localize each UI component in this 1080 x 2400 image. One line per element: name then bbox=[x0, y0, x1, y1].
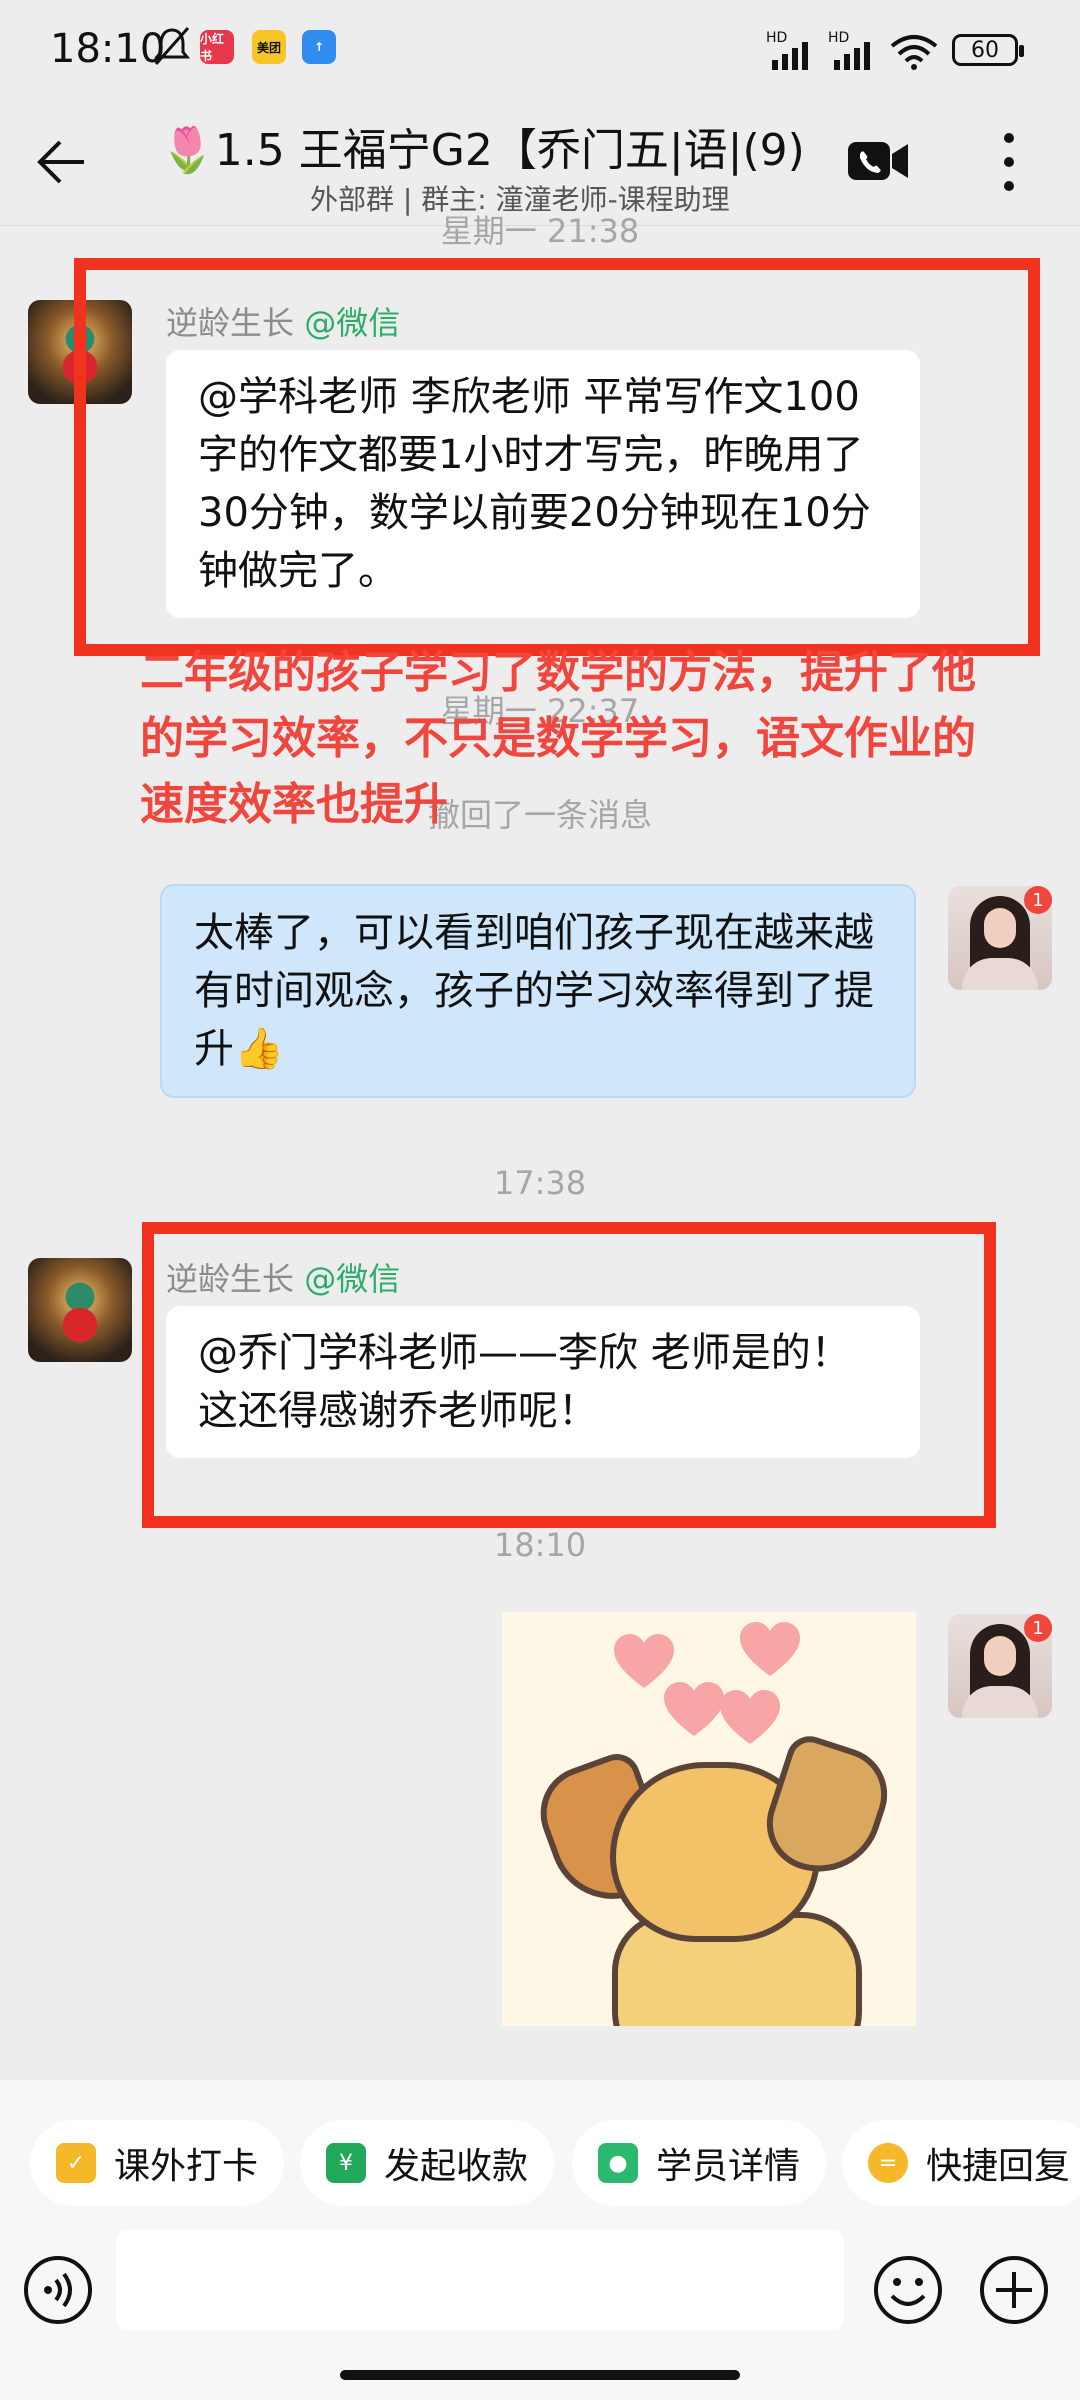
quick-action-quick-reply[interactable]: = 快捷回复 bbox=[842, 2120, 1080, 2206]
annotation-text: 二年级的孩子学习了数学的方法，提升了他的学习效率，不只是数学学习，语文作业的速度… bbox=[140, 647, 976, 830]
avatar-face bbox=[984, 908, 1016, 948]
chip-label: 课外打卡 bbox=[114, 2146, 259, 2187]
unread-badge: 1 bbox=[1024, 1614, 1052, 1642]
app-upload-icon: ↑ bbox=[302, 30, 336, 64]
wifi-icon bbox=[890, 35, 938, 70]
more-options-icon[interactable] bbox=[998, 130, 1020, 194]
app-xiaohongshu-icon: 小红书 bbox=[200, 30, 234, 64]
quick-action-payment[interactable]: ¥ 发起收款 bbox=[300, 2120, 555, 2206]
unread-badge: 1 bbox=[1024, 886, 1052, 914]
message-input[interactable] bbox=[116, 2230, 844, 2330]
yuan-shield-icon: ¥ bbox=[326, 2143, 366, 2183]
signal-icon-2 bbox=[834, 42, 870, 70]
app-meituan-icon: 美团 bbox=[252, 30, 286, 64]
message-bubble-outgoing[interactable]: 太棒了，可以看到咱们孩子现在越来越有时间观念，孩子的学习效率得到了提升👍 bbox=[160, 884, 916, 1098]
chip-label: 发起收款 bbox=[384, 2146, 529, 2187]
highlight-frame bbox=[142, 1222, 996, 1528]
timestamp: 星期一 21:38 bbox=[440, 212, 640, 250]
highlight-frame bbox=[74, 258, 1040, 656]
back-arrow-icon[interactable] bbox=[34, 134, 90, 190]
heart-icon bbox=[664, 1682, 724, 1736]
timestamp: 18:10 bbox=[493, 1526, 587, 1564]
voice-input-icon[interactable] bbox=[22, 2254, 94, 2326]
plus-icon[interactable] bbox=[978, 2254, 1050, 2326]
chat-title[interactable]: 🌷1.5 王福宁G2【乔门五|语|(9) bbox=[160, 114, 840, 178]
home-indicator[interactable] bbox=[340, 2370, 740, 2380]
status-bar: 18:10 小红书 美团 ↑ HD HD 60 bbox=[0, 0, 1080, 100]
dog-sticker-image[interactable] bbox=[502, 1612, 916, 2026]
emoji-icon[interactable] bbox=[872, 2254, 944, 2326]
heart-icon bbox=[740, 1622, 800, 1676]
status-time: 18:10 bbox=[50, 26, 166, 72]
timestamp: 17:38 bbox=[493, 1164, 587, 1202]
bell-muted-icon bbox=[153, 27, 191, 65]
quick-action-bar: ✓ 课外打卡 ¥ 发起收款 ● 学员详情 = 快捷回复 bbox=[0, 2080, 1080, 2230]
signal-icon bbox=[772, 42, 808, 70]
avatar-face bbox=[984, 1636, 1016, 1676]
chip-label: 快捷回复 bbox=[926, 2146, 1071, 2187]
calendar-check-icon: ✓ bbox=[56, 2143, 96, 2183]
snake-avatar-image bbox=[52, 1276, 108, 1346]
quick-action-checkin[interactable]: ✓ 课外打卡 bbox=[30, 2120, 285, 2206]
student-icon: ● bbox=[598, 2143, 638, 2183]
reply-bubble-icon: = bbox=[868, 2143, 908, 2183]
battery-icon: 60 bbox=[952, 34, 1024, 66]
input-bar bbox=[0, 2230, 1080, 2400]
quick-action-student-details[interactable]: ● 学员详情 bbox=[572, 2120, 827, 2206]
avatar[interactable] bbox=[28, 1258, 132, 1362]
heart-icon bbox=[720, 1690, 780, 1744]
chip-label: 学员详情 bbox=[656, 2146, 801, 2187]
video-call-icon[interactable] bbox=[846, 136, 910, 186]
